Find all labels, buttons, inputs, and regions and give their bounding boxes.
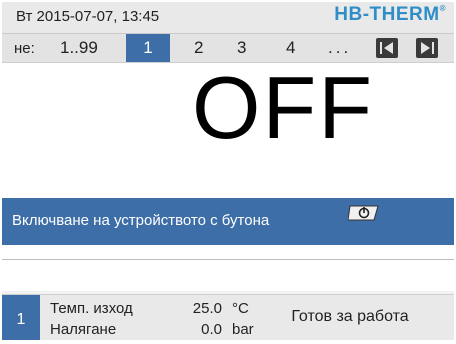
unit-tab-2[interactable]: 2 (194, 38, 203, 58)
info-message-bar: Включване на устройството с бутона (2, 198, 454, 245)
operating-state-display: OFF (192, 58, 374, 157)
outlet-temperature-unit: °C (232, 300, 249, 317)
skip-previous-icon[interactable] (376, 38, 398, 58)
device-screen: Вт 2015-07-07, 13:45 HB-THERM® не: 1..99… (2, 2, 454, 340)
pressure-unit: bar (232, 321, 254, 338)
unit-tab-4[interactable]: 4 (286, 38, 295, 58)
footer-status-bar: 1 Темп. изход 25.0 °C Налягане 0.0 bar Г… (2, 294, 454, 340)
skip-next-icon[interactable] (416, 38, 438, 58)
unit-range-tab[interactable]: 1..99 (60, 38, 98, 58)
device-status-text: Готов за работа (291, 308, 409, 325)
unit-tab-1-selected[interactable]: 1 (126, 34, 170, 62)
outlet-temperature-label: Темп. изход (50, 300, 133, 317)
brand-logo: HB-THERM® (334, 4, 446, 25)
unit-index-badge[interactable]: 1 (2, 295, 40, 340)
unit-tab-3[interactable]: 3 (237, 38, 246, 58)
datetime-display: Вт 2015-07-07, 13:45 (16, 8, 160, 25)
power-button-icon (348, 205, 379, 221)
header-bar: Вт 2015-07-07, 13:45 HB-THERM® (2, 2, 454, 34)
pressure-value: 0.0 (201, 321, 222, 338)
main-status-panel: OFF Включване на устройството с бутона (2, 63, 454, 291)
more-units-ellipsis: ... (328, 38, 352, 57)
unit-prefix-label: не: (14, 40, 35, 57)
info-message-text: Включване на устройството с бутона (12, 212, 270, 229)
pressure-label: Налягане (50, 321, 117, 338)
outlet-temperature-value: 25.0 (192, 300, 222, 317)
divider-line (2, 259, 454, 260)
